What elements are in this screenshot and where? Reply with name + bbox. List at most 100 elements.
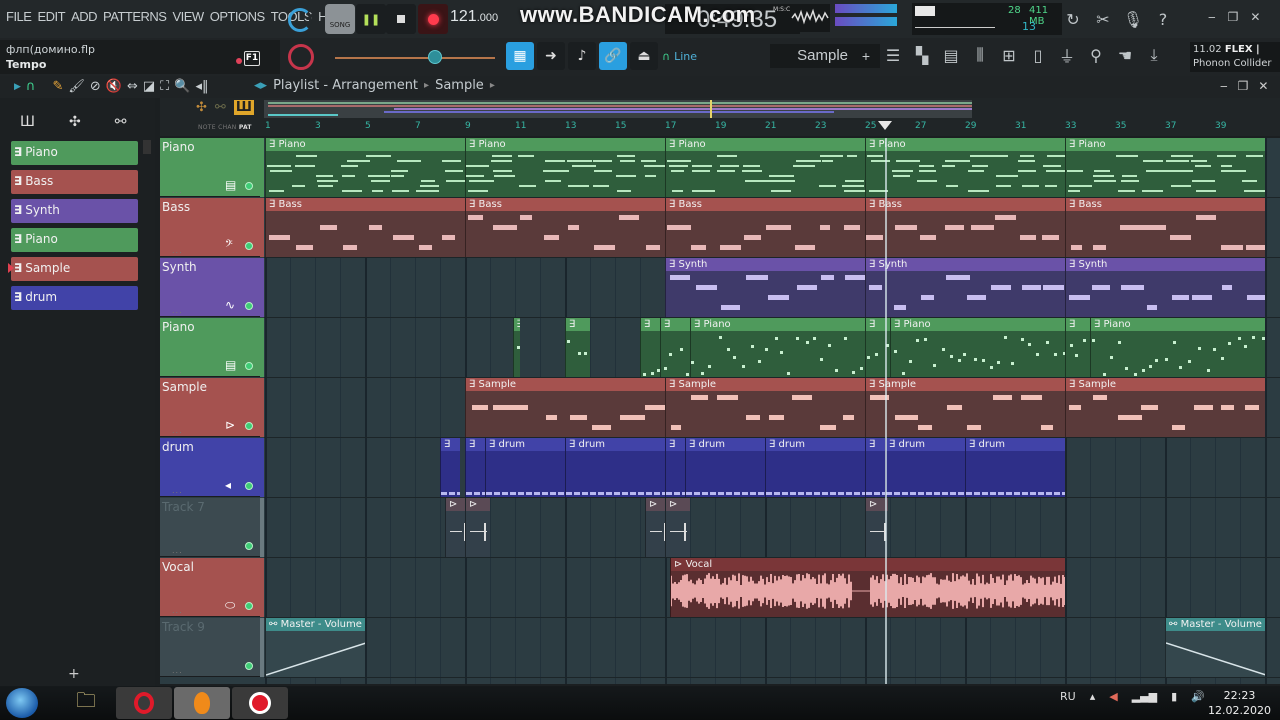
arrow-icon[interactable]: ➜ bbox=[537, 42, 565, 70]
stop-button[interactable] bbox=[386, 4, 416, 34]
picker-pattern-item[interactable]: ∃ Piano bbox=[11, 141, 138, 165]
note-label[interactable]: NOTE bbox=[198, 124, 216, 131]
clip-piano[interactable]: ∃ Piano bbox=[1065, 138, 1265, 197]
clip-sample[interactable]: ∃ Sample bbox=[665, 378, 865, 437]
track-header[interactable]: Synth ∿... bbox=[160, 258, 260, 317]
clip-hit[interactable]: ⊳ bbox=[645, 498, 665, 557]
clip-dots[interactable]: ∃ bbox=[660, 318, 690, 377]
patterns-tab-icon[interactable]: Ш bbox=[20, 114, 35, 130]
menu-options[interactable]: OPTIONS bbox=[210, 9, 266, 24]
link-icon[interactable]: 🔗 bbox=[599, 42, 627, 70]
power-icon[interactable]: ▮ bbox=[1171, 690, 1177, 703]
clip-piano[interactable]: ∃ Piano bbox=[465, 138, 665, 197]
track-enable-toggle[interactable] bbox=[245, 542, 253, 550]
chan-mode-icon[interactable]: ⚯ bbox=[215, 100, 226, 115]
track-enable-toggle[interactable] bbox=[245, 482, 253, 490]
clip-piano[interactable]: ∃ Piano bbox=[865, 138, 1065, 197]
plug-icon[interactable]: ⏚ bbox=[1054, 42, 1080, 68]
picker-pattern-item[interactable]: ∃ Bass bbox=[11, 170, 138, 194]
clip-drum[interactable]: ∃ bbox=[440, 438, 460, 497]
download-icon[interactable]: ⤓ bbox=[1141, 42, 1167, 68]
tray-expand-icon[interactable]: ▴ bbox=[1090, 690, 1096, 703]
restore-icon[interactable]: ❐ bbox=[1228, 10, 1239, 24]
playlist-minimize-icon[interactable]: ‒ bbox=[1220, 79, 1228, 93]
microphone-icon[interactable]: 🎙 bbox=[1120, 6, 1146, 32]
track-menu-dots[interactable]: ... bbox=[172, 486, 183, 495]
mute-tool-icon[interactable]: 🔇 bbox=[106, 79, 122, 94]
hand-icon[interactable]: ☚ bbox=[1112, 42, 1138, 68]
track-menu-dots[interactable]: ... bbox=[172, 666, 183, 675]
track-resize-handle[interactable] bbox=[260, 438, 264, 497]
pat-label[interactable]: PAT bbox=[239, 124, 252, 131]
playhead-marker[interactable] bbox=[878, 121, 892, 130]
picker-pattern-item[interactable]: ∃ Synth bbox=[11, 199, 138, 223]
clip-drum[interactable]: ∃ drum bbox=[965, 438, 1065, 497]
clip-bass[interactable]: ∃ Bass bbox=[1065, 198, 1265, 257]
track-resize-handle[interactable] bbox=[260, 258, 264, 317]
track-resize-handle[interactable] bbox=[260, 558, 264, 617]
track-resize-handle[interactable] bbox=[260, 198, 264, 257]
clip-hit[interactable]: ⊳ bbox=[665, 498, 690, 557]
taskbar-explorer[interactable]: 🗀 bbox=[58, 687, 114, 719]
playback-tool-icon[interactable]: ◂‖ bbox=[195, 79, 208, 94]
clip-drum[interactable]: ∃ bbox=[665, 438, 685, 497]
play-pause-button[interactable]: ❚❚ bbox=[356, 4, 386, 34]
clip-synth[interactable]: ∃ Synth bbox=[865, 258, 1065, 317]
picker-pattern-item[interactable]: ∃ drum bbox=[11, 286, 138, 310]
clip-synth[interactable]: ∃ Synth bbox=[1065, 258, 1265, 317]
pattern-song-toggle[interactable]: SONG bbox=[325, 4, 355, 34]
picker-add-button[interactable]: + bbox=[68, 666, 80, 682]
track-header[interactable]: Piano ▤... bbox=[160, 138, 260, 197]
track-menu-dots[interactable]: ... bbox=[172, 186, 183, 195]
clip-auto-up[interactable]: ⚯ Master - Volume bbox=[265, 618, 365, 677]
playlist-icon[interactable]: ☰ bbox=[880, 42, 906, 68]
track-name[interactable]: Piano bbox=[162, 320, 195, 334]
track-enable-toggle[interactable] bbox=[245, 602, 253, 610]
start-button[interactable] bbox=[6, 688, 38, 718]
picker-scrollbar[interactable] bbox=[143, 140, 151, 154]
language-indicator[interactable]: RU bbox=[1060, 690, 1076, 703]
breadcrumb-playlist[interactable]: Playlist - Arrangement bbox=[273, 78, 418, 93]
clip-drum[interactable]: ∃ drum bbox=[565, 438, 665, 497]
track-lane[interactable] bbox=[264, 618, 1280, 678]
add-pattern-button[interactable]: + bbox=[862, 44, 870, 68]
clip-bass[interactable]: ∃ Bass bbox=[865, 198, 1065, 257]
track-enable-toggle[interactable] bbox=[245, 362, 253, 370]
picker-pattern-item[interactable]: ∃ Piano bbox=[11, 228, 138, 252]
track-header[interactable]: Track 9... bbox=[160, 618, 260, 677]
clip-dots[interactable]: ∃ bbox=[565, 318, 590, 377]
menu-add[interactable]: ADD bbox=[71, 9, 97, 24]
slice-tool-icon[interactable]: ◪ bbox=[143, 79, 155, 94]
track-enable-toggle[interactable] bbox=[245, 422, 253, 430]
playlist-maximize-icon[interactable]: ❐ bbox=[1238, 79, 1249, 93]
clip-drum[interactable]: ∃ drum bbox=[885, 438, 965, 497]
track-name[interactable]: Track 7 bbox=[162, 500, 205, 514]
menu-arrow-icon[interactable]: ▶ bbox=[14, 82, 21, 92]
track-menu-dots[interactable]: ... bbox=[172, 426, 183, 435]
network-icon[interactable]: ▂▄▆ bbox=[1132, 690, 1157, 703]
clip-dots[interactable]: ∃ bbox=[640, 318, 660, 377]
playlist-view-button[interactable]: ▦ bbox=[506, 42, 534, 70]
pattern-selector[interactable]: Sample + bbox=[770, 44, 880, 68]
clip-drum[interactable]: ∃ bbox=[865, 438, 885, 497]
track-header[interactable]: drum ◂... bbox=[160, 438, 260, 497]
record-button[interactable] bbox=[418, 4, 448, 34]
clip-bass[interactable]: ∃ Bass bbox=[665, 198, 865, 257]
taskbar-opera[interactable] bbox=[116, 687, 172, 719]
track-resize-handle[interactable] bbox=[260, 318, 264, 377]
draw-tool-icon[interactable]: ✎ bbox=[52, 79, 63, 94]
track-name[interactable]: Synth bbox=[162, 260, 197, 274]
chan-label[interactable]: CHAN bbox=[218, 124, 237, 131]
zoom-tool-icon[interactable]: 🔍 bbox=[174, 79, 190, 94]
piano-roll-icon[interactable]: ▚ bbox=[909, 42, 935, 68]
undo-icon[interactable]: ↻ bbox=[1060, 6, 1086, 32]
close-icon[interactable]: ✕ bbox=[1250, 10, 1260, 24]
note-mode-icon[interactable]: ✣ bbox=[196, 100, 207, 115]
track-resize-handle[interactable] bbox=[260, 138, 264, 197]
clip-sample[interactable]: ∃ Sample bbox=[1065, 378, 1265, 437]
song-overview-scrollbar[interactable] bbox=[264, 100, 972, 118]
clip-auto-down[interactable]: ⚯ Master - Volume bbox=[1165, 618, 1265, 677]
taskbar-fl-studio[interactable] bbox=[174, 687, 230, 719]
clip-piano[interactable]: ∃ Piano bbox=[265, 138, 465, 197]
menu-edit[interactable]: EDIT bbox=[37, 9, 65, 24]
